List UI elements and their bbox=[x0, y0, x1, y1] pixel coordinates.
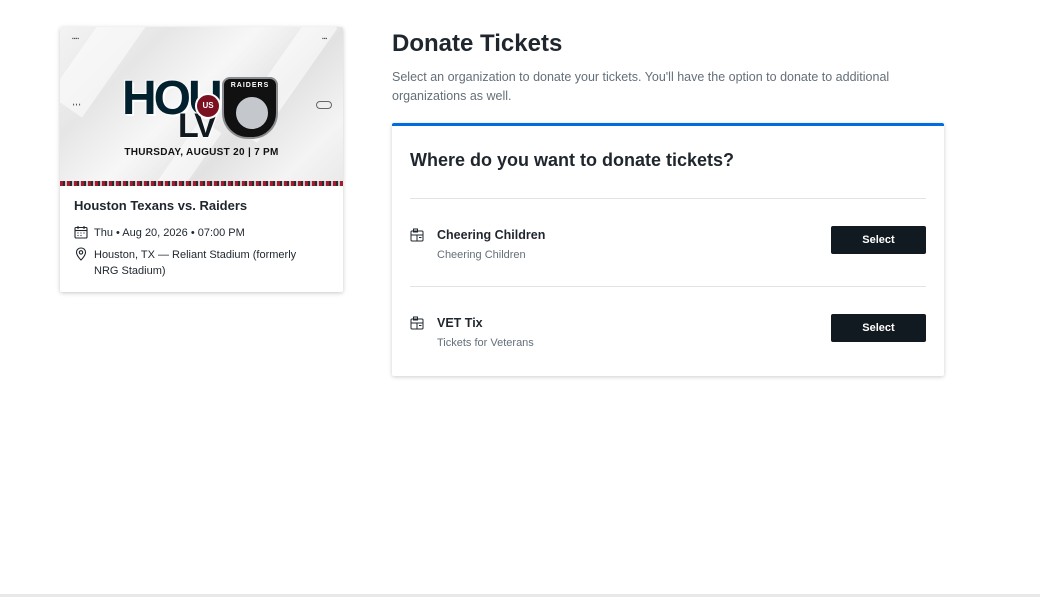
donate-panel: Where do you want to donate tickets? Che… bbox=[392, 123, 944, 376]
org-name: Cheering Children bbox=[437, 228, 546, 242]
organization-icon bbox=[410, 316, 424, 330]
organization-icon bbox=[410, 228, 424, 242]
event-card: ▪▪▪▪ ▪▪▪ ◖◗◖ HOU LV US RAIDERS THURSDAY,… bbox=[60, 27, 343, 292]
banner-date-text: THURSDAY, AUGUST 20 | 7 PM bbox=[124, 147, 279, 158]
select-button-vet-tix[interactable]: Select bbox=[831, 314, 926, 342]
usa-badge: US bbox=[195, 93, 221, 119]
event-location: Houston, TX — Reliant Stadium (formerly … bbox=[94, 249, 297, 277]
org-row-vet-tix: VET Tix Tickets for Veterans Select bbox=[410, 314, 926, 374]
event-title: Houston Texans vs. Raiders bbox=[74, 198, 248, 213]
page-subtitle: Select an organization to donate your ti… bbox=[392, 70, 890, 103]
panel-heading: Where do you want to donate tickets? bbox=[410, 150, 735, 170]
org-description: Tickets for Veterans bbox=[437, 337, 534, 349]
divider bbox=[410, 286, 926, 287]
divider bbox=[410, 198, 926, 199]
org-name: VET Tix bbox=[437, 316, 483, 330]
event-banner-image: ▪▪▪▪ ▪▪▪ ◖◗◖ HOU LV US RAIDERS THURSDAY,… bbox=[60, 27, 343, 186]
org-description: Cheering Children bbox=[437, 249, 526, 261]
raiders-logo: RAIDERS bbox=[222, 77, 278, 139]
org-row-cheering-children: Cheering Children Cheering Children Sele… bbox=[410, 226, 926, 286]
event-datetime: Thu • Aug 20, 2026 • 07:00 PM bbox=[94, 227, 245, 239]
page-title: Donate Tickets bbox=[392, 30, 563, 57]
map-pin-icon bbox=[75, 247, 87, 261]
select-button-cheering-children[interactable]: Select bbox=[831, 226, 926, 254]
page-bottom-divider bbox=[0, 594, 1040, 597]
calendar-icon bbox=[74, 226, 88, 239]
